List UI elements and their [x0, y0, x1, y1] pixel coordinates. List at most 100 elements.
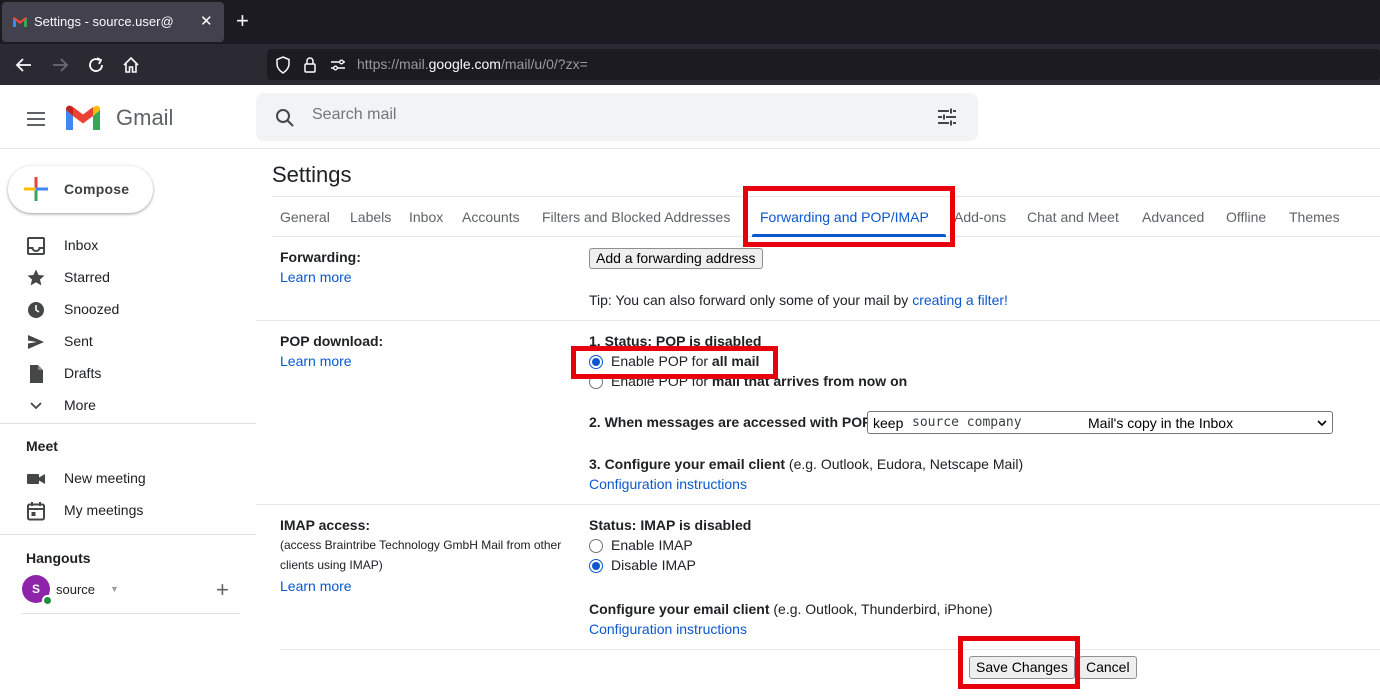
pop-all-mail-label[interactable]: Enable POP for all mail — [611, 353, 759, 369]
pop-download-label: POP download: — [280, 333, 384, 349]
tab-forwarding-pop-imap[interactable]: Forwarding and POP/IMAP — [760, 209, 929, 225]
sidebar-item-label: Sent — [64, 333, 93, 349]
chevron-down-icon — [30, 402, 42, 410]
compose-plus-icon — [24, 177, 48, 201]
lock-icon[interactable] — [303, 56, 317, 74]
sidebar-divider — [22, 613, 240, 614]
forwarding-learn-more-link[interactable]: Learn more — [280, 269, 352, 285]
pop-action-select-value-c: Mail's copy in the Inbox — [1088, 415, 1234, 431]
video-icon — [27, 474, 45, 484]
gmail-logo-icon[interactable] — [64, 104, 102, 132]
sidebar-item-snoozed[interactable]: Snoozed — [0, 293, 250, 325]
reload-icon[interactable] — [84, 53, 108, 77]
tab-accounts[interactable]: Accounts — [462, 209, 520, 225]
disable-imap-label[interactable]: Disable IMAP — [611, 557, 696, 573]
add-forwarding-address-button[interactable]: Add a forwarding address — [589, 248, 763, 269]
home-icon[interactable] — [119, 53, 143, 77]
pop-from-now-label[interactable]: Enable POP for mail that arrives from no… — [611, 373, 907, 389]
clock-icon — [28, 302, 44, 318]
browser-tab[interactable]: Settings - source.user@ ✕ — [2, 2, 224, 42]
main-menu-icon[interactable] — [24, 107, 48, 131]
active-tab-indicator — [752, 234, 946, 237]
sidebar-item-inbox[interactable]: Inbox — [0, 229, 250, 261]
url-domain: google.com — [428, 56, 501, 72]
pop-step3-label: 3. Configure your email client — [589, 456, 786, 472]
pop-action-select[interactable]: keep source company Mail's copy in the I… — [867, 411, 1333, 434]
enable-imap-label[interactable]: Enable IMAP — [611, 537, 693, 553]
imap-configuration-instructions-link[interactable]: Configuration instructions — [589, 621, 747, 637]
imap-access-label: IMAP access: — [280, 517, 371, 533]
new-tab-icon[interactable]: + — [236, 10, 249, 32]
tab-offline[interactable]: Offline — [1226, 209, 1266, 225]
forwarding-tip: Tip: You can also forward only some of y… — [589, 292, 1008, 308]
meet-section-title: Meet — [26, 438, 58, 454]
tab-add-ons[interactable]: Add-ons — [954, 209, 1006, 225]
pop-status: 1. Status: POP is disabled — [589, 333, 762, 349]
url-suffix: /mail/u/0/?zx= — [500, 56, 588, 72]
calendar-icon — [27, 502, 45, 521]
online-status-icon — [42, 595, 53, 606]
inbox-icon — [27, 237, 45, 255]
back-icon[interactable] — [12, 53, 36, 77]
url-prefix: https://mail. — [357, 56, 429, 72]
gmail-wordmark: Gmail — [116, 105, 174, 130]
url-text[interactable]: https://mail.google.com/mail/u/0/?zx= — [357, 56, 588, 72]
url-bar[interactable]: https://mail.google.com/mail/u/0/?zx= — [267, 49, 1380, 80]
section-divider — [256, 320, 1380, 321]
shield-icon[interactable] — [275, 56, 291, 74]
save-changes-button[interactable]: Save Changes — [969, 656, 1075, 679]
imap-configure-hint: (e.g. Outlook, Thunderbird, iPhone) — [769, 601, 993, 617]
caret-down-icon[interactable]: ▼ — [110, 584, 119, 594]
tab-labels[interactable]: Labels — [350, 209, 391, 225]
hangouts-user[interactable]: S source ▼ + — [22, 575, 242, 606]
pop-all-mail-radio[interactable] — [589, 355, 603, 369]
settings-tabs: General Labels Inbox Accounts Filters an… — [272, 196, 1380, 237]
tab-general[interactable]: General — [280, 209, 330, 225]
tab-themes[interactable]: Themes — [1289, 209, 1340, 225]
tab-chat-and-meet[interactable]: Chat and Meet — [1027, 209, 1119, 225]
hangouts-user-name: source — [56, 582, 96, 597]
pop-learn-more-link[interactable]: Learn more — [280, 353, 352, 369]
page-title: Settings — [272, 162, 352, 187]
tab-inbox[interactable]: Inbox — [409, 209, 443, 225]
sidebar-item-label: Starred — [64, 269, 110, 285]
sidebar-item-starred[interactable]: Starred — [0, 261, 250, 293]
permissions-icon[interactable] — [329, 56, 347, 74]
sidebar-item-label: More — [64, 397, 96, 413]
sidebar-item-label: My meetings — [64, 502, 144, 518]
imap-learn-more-link[interactable]: Learn more — [280, 578, 352, 594]
tab-filters[interactable]: Filters and Blocked Addresses — [542, 209, 730, 225]
sidebar-item-more[interactable]: More — [0, 389, 250, 421]
disable-imap-radio[interactable] — [589, 559, 603, 573]
gmail-favicon-icon — [13, 17, 27, 27]
search-bar[interactable] — [256, 93, 978, 141]
sidebar-item-label: Inbox — [64, 237, 99, 253]
pop-from-now-radio[interactable] — [589, 375, 603, 389]
search-input[interactable] — [312, 106, 912, 124]
search-options-icon[interactable] — [936, 107, 958, 127]
pop-action-select-value-a: keep — [873, 415, 904, 431]
sidebar-item-label: New meeting — [64, 470, 146, 486]
compose-button[interactable]: Compose — [8, 166, 153, 213]
imap-configure-label: Configure your email client — [589, 601, 770, 617]
cancel-button[interactable]: Cancel — [1079, 656, 1137, 679]
sidebar-item-sent[interactable]: Sent — [0, 325, 250, 357]
close-tab-icon[interactable]: ✕ — [200, 12, 213, 30]
pop-option1-bold: all mail — [711, 353, 760, 369]
sidebar-item-label: Snoozed — [64, 301, 120, 317]
sidebar-divider — [0, 423, 256, 424]
sidebar-item-drafts[interactable]: Drafts — [0, 357, 250, 389]
create-filter-link[interactable]: creating a filter! — [912, 292, 1008, 308]
pop-configuration-instructions-link[interactable]: Configuration instructions — [589, 476, 747, 492]
forwarding-label: Forwarding: — [280, 249, 361, 265]
sidebar-item-label: Drafts — [64, 365, 102, 381]
forward-icon[interactable] — [48, 53, 72, 77]
enable-imap-radio[interactable] — [589, 539, 603, 553]
sidebar-item-new-meeting[interactable]: New meeting — [0, 462, 250, 494]
tab-advanced[interactable]: Advanced — [1142, 209, 1204, 225]
hangouts-section-title: Hangouts — [26, 550, 91, 566]
add-contact-icon[interactable]: + — [216, 577, 229, 603]
sidebar-item-my-meetings[interactable]: My meetings — [0, 494, 250, 526]
send-icon — [28, 335, 44, 349]
search-icon[interactable] — [274, 107, 296, 129]
